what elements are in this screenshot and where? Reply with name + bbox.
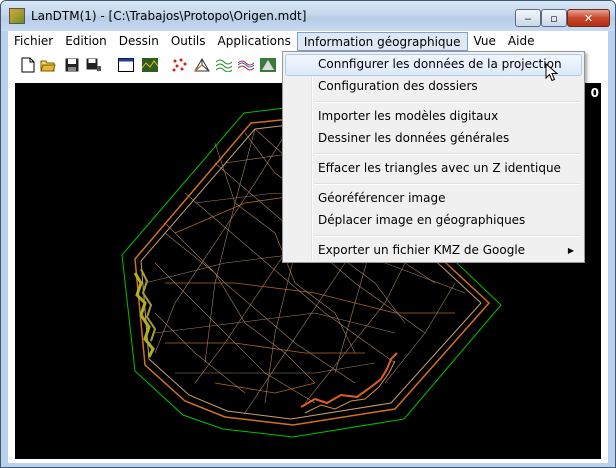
menu-information-geographique[interactable]: Information géographique: [296, 32, 468, 51]
menu-item-importer-modeles[interactable]: Importer les modèles digitaux: [285, 106, 582, 128]
menu-item-configuration-dossiers[interactable]: Configuration des dossiers: [285, 76, 582, 98]
new-file-icon[interactable]: [20, 57, 36, 73]
terrain-icon[interactable]: [142, 57, 158, 73]
map-icon[interactable]: [260, 57, 276, 73]
menu-fichier[interactable]: Fichier: [8, 31, 59, 51]
save-all-icon[interactable]: [86, 57, 102, 73]
menu-bar: Fichier Edition Dessin Outils Applicatio…: [8, 31, 608, 51]
menu-item-exporter-kmz-label: Exporter un fichier KMZ de Google: [318, 243, 526, 257]
minimize-button[interactable]: ‒: [515, 9, 541, 27]
minimize-icon: ‒: [524, 11, 532, 25]
triangulate-icon[interactable]: [194, 57, 210, 73]
menu-separator: [314, 153, 580, 155]
menu-dessin[interactable]: Dessin: [113, 31, 165, 51]
open-folder-icon[interactable]: [40, 57, 56, 73]
contours-icon[interactable]: [216, 57, 232, 73]
menu-separator: [314, 101, 580, 103]
menu-outils[interactable]: Outils: [165, 31, 212, 51]
menu-applications[interactable]: Applications: [212, 31, 297, 51]
app-logo-icon: [9, 8, 25, 24]
maximize-icon: ▫: [550, 11, 558, 25]
menu-item-configurer-projection[interactable]: Connfigurer les données de la projection: [285, 54, 582, 76]
mouse-cursor-icon: [545, 63, 559, 82]
window-title: LanDTM(1) - [C:\Trabajos\Protopo\Origen.…: [31, 9, 307, 23]
menu-item-dessiner-donnees[interactable]: Dessiner les données générales: [285, 128, 582, 150]
close-button[interactable]: ✕: [567, 9, 610, 27]
window-icon[interactable]: [118, 57, 134, 73]
profile-icon[interactable]: [238, 57, 254, 73]
title-bar[interactable]: LanDTM(1) - [C:\Trabajos\Protopo\Origen.…: [1, 1, 615, 31]
points-icon[interactable]: [172, 57, 188, 73]
menu-item-deplacer-image[interactable]: Déplacer image en géographiques: [285, 210, 582, 232]
submenu-arrow-icon: ▶: [567, 246, 574, 255]
menu-item-exporter-kmz[interactable]: Exporter un fichier KMZ de Google ▶: [285, 240, 582, 262]
maximize-button[interactable]: ▫: [541, 9, 567, 27]
menu-edition[interactable]: Edition: [59, 31, 113, 51]
app-window: LanDTM(1) - [C:\Trabajos\Protopo\Origen.…: [0, 0, 616, 468]
menu-separator: [314, 235, 580, 237]
menu-item-georeferencer-image[interactable]: Géoréférencer image: [285, 188, 582, 210]
menu-aide[interactable]: Aide: [502, 31, 541, 51]
menu-vue[interactable]: Vue: [468, 31, 502, 51]
information-geographique-menu: Connfigurer les données de la projection…: [282, 51, 585, 263]
save-icon[interactable]: [64, 57, 80, 73]
menu-item-effacer-triangles[interactable]: Effacer les triangles avec un Z identiqu…: [285, 158, 582, 180]
close-icon: ✕: [583, 11, 594, 25]
menu-separator: [314, 183, 580, 185]
canvas-corner-label: 0: [590, 86, 599, 100]
